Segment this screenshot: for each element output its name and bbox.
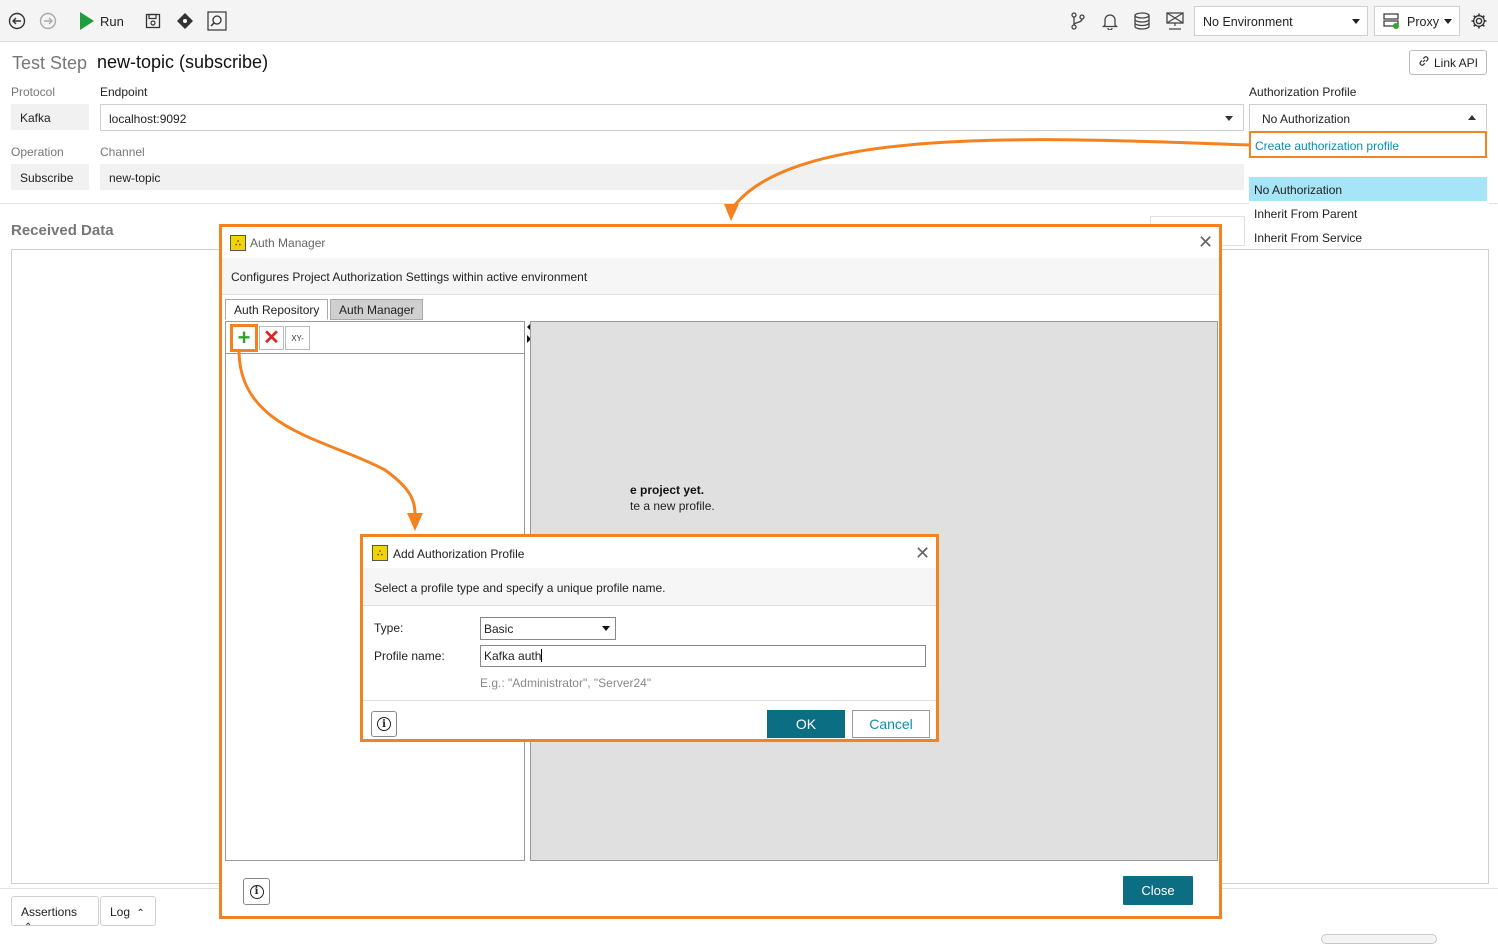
info-icon: i [377, 717, 391, 731]
back-icon[interactable] [6, 10, 28, 32]
close-icon[interactable]: ✕ [915, 544, 930, 562]
cancel-button[interactable]: Cancel [852, 710, 930, 738]
empty-state-title: e project yet. [630, 483, 705, 497]
close-icon[interactable]: ✕ [1198, 233, 1213, 251]
profile-type-select[interactable]: Basic [480, 617, 616, 640]
assertions-label: Assertions [21, 905, 78, 919]
link-icon [1418, 55, 1430, 70]
auth-profile-value: No Authorization [1262, 112, 1351, 126]
endpoint-value: localhost:9092 [109, 112, 187, 126]
app-logo-icon: ∴ [230, 235, 246, 251]
operation-value: Subscribe [11, 164, 89, 190]
network-icon[interactable] [1163, 10, 1187, 32]
protocol-value: Kafka [11, 104, 89, 130]
chevron-down-icon [1352, 19, 1360, 24]
gear-icon[interactable] [1468, 10, 1490, 32]
delete-icon: ✕ [263, 327, 280, 349]
arrowhead-icon [724, 204, 739, 221]
plus-icon: + [237, 325, 251, 350]
auth-profile-select[interactable]: No Authorization [1249, 104, 1487, 131]
dialog-description: Configures Project Authorization Setting… [222, 258, 1219, 295]
link-api-button[interactable]: Link API [1409, 50, 1487, 75]
received-data-heading: Received Data [11, 222, 114, 239]
chevron-up-icon [1468, 115, 1476, 120]
type-label: Type: [374, 621, 404, 635]
channel-value: new-topic [100, 164, 1244, 190]
endpoint-field[interactable]: localhost:9092 [100, 104, 1244, 131]
auth-profile-label: Authorization Profile [1249, 85, 1357, 99]
proxy-label: Proxy [1407, 15, 1439, 29]
environment-value: No Environment [1203, 15, 1293, 29]
log-label: Log [110, 905, 131, 919]
tab-auth-manager[interactable]: Auth Manager [330, 299, 424, 320]
dropdown-option-no-authorization[interactable]: No Authorization [1249, 177, 1487, 201]
chevron-up-icon: ⌃ [136, 908, 145, 919]
auth-profile-dropdown: Create authorization profile No Authoriz… [1249, 130, 1489, 248]
proxy-icon [1383, 13, 1401, 32]
bell-icon[interactable] [1099, 10, 1121, 32]
main-toolbar: Run No Environment Proxy [0, 0, 1498, 42]
protocol-label: Protocol [11, 85, 56, 99]
run-label: Run [100, 13, 124, 29]
profile-toolbar: + ✕ XY- [226, 322, 524, 354]
dialog-title: Add Authorization Profile [393, 547, 525, 561]
diamond-icon[interactable] [174, 10, 196, 32]
dialog-footer: i OK Cancel [363, 700, 936, 739]
horizontal-scrollbar[interactable] [1321, 934, 1437, 944]
chevron-down-icon[interactable] [1225, 116, 1233, 121]
profile-name-label: Profile name: [374, 649, 445, 663]
proxy-button[interactable]: Proxy [1374, 6, 1460, 36]
dialog-description: Select a profile type and specify a uniq… [363, 568, 936, 606]
ok-button[interactable]: OK [767, 710, 845, 738]
close-button[interactable]: Close [1123, 876, 1193, 905]
dialog-titlebar: ∴ Auth Manager ✕ [222, 227, 1219, 258]
profile-name-hint: E.g.: "Administrator", "Server24" [480, 676, 652, 690]
rename-icon: XY- [291, 333, 304, 343]
help-button[interactable]: i [243, 878, 270, 905]
delete-profile-button[interactable]: ✕ [259, 326, 284, 350]
log-tab[interactable]: Log ⌃ [100, 896, 156, 926]
chevron-down-icon [1444, 19, 1452, 24]
dropdown-option-inherit-parent[interactable]: Inherit From Parent [1249, 201, 1487, 225]
chevron-down-icon [602, 626, 610, 631]
info-icon: i [249, 884, 264, 899]
run-button[interactable]: Run [80, 10, 124, 32]
chevron-up-icon: ⌃ [24, 922, 33, 933]
text-cursor [541, 649, 543, 662]
environment-select[interactable]: No Environment [1194, 6, 1368, 36]
inspect-icon[interactable] [205, 9, 229, 33]
add-profile-button[interactable]: + [230, 324, 258, 352]
save-icon[interactable] [143, 10, 163, 32]
database-icon[interactable] [1131, 10, 1153, 32]
empty-state-hint: te a new profile. [630, 499, 715, 513]
rename-profile-button[interactable]: XY- [285, 326, 310, 350]
branch-icon[interactable] [1068, 10, 1088, 32]
endpoint-label: Endpoint [100, 85, 148, 99]
add-authorization-profile-dialog: ∴ Add Authorization Profile ✕ Select a p… [360, 534, 939, 742]
page-title-prefix: Test Step [12, 53, 88, 73]
play-icon [80, 12, 94, 30]
link-api-label: Link API [1433, 55, 1479, 70]
page-title: new-topic (subscribe) [97, 52, 269, 72]
app-logo-icon: ∴ [372, 545, 388, 561]
dropdown-option-inherit-service[interactable]: Inherit From Service [1249, 225, 1487, 249]
channel-label: Channel [100, 145, 145, 159]
profile-name-value: Kafka auth [484, 649, 542, 663]
profile-name-field[interactable]: Kafka auth [480, 645, 926, 667]
operation-label: Operation [11, 145, 64, 159]
help-button[interactable]: i [371, 711, 397, 737]
forward-icon[interactable] [37, 10, 59, 32]
create-authorization-profile-option[interactable]: Create authorization profile [1249, 131, 1487, 158]
assertions-tab[interactable]: Assertions ⌃ [11, 896, 99, 933]
tab-auth-repository[interactable]: Auth Repository [225, 299, 329, 320]
profile-type-value: Basic [484, 622, 514, 636]
dialog-title: Auth Manager [250, 236, 326, 250]
